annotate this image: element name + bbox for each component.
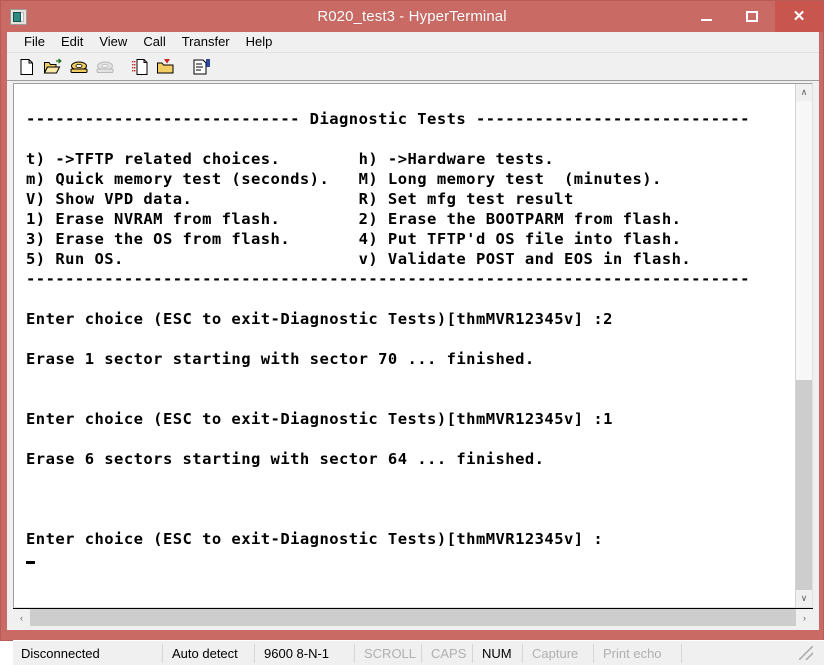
close-button[interactable]: ✕ (775, 1, 823, 32)
title-bar[interactable]: R020_test3 - HyperTerminal ✕ (1, 1, 823, 32)
menu-help[interactable]: Help (238, 33, 281, 51)
hyperterminal-icon (10, 9, 27, 25)
client-area: File Edit View Call Transfer Help ------… (7, 32, 824, 665)
vertical-scroll-track[interactable] (796, 101, 812, 590)
hyperterminal-window: R020_test3 - HyperTerminal ✕ File Edit V… (0, 0, 824, 665)
terminal-cursor (26, 561, 35, 564)
call-button[interactable] (67, 55, 91, 79)
status-caps[interactable]: CAPS (422, 643, 473, 663)
maximize-button[interactable] (729, 1, 775, 32)
scroll-left-icon[interactable]: ‹ (13, 609, 30, 626)
terminal-output[interactable]: ---------------------------- Diagnostic … (14, 84, 795, 607)
terminal-text: ---------------------------- Diagnostic … (26, 89, 750, 569)
resize-grip-icon[interactable] (799, 646, 813, 660)
disconnect-phone-icon (96, 61, 114, 73)
minimize-button[interactable] (683, 1, 729, 32)
send-file-button[interactable] (128, 55, 152, 79)
horizontal-scrollbar[interactable]: ‹ › (13, 608, 813, 626)
new-connection-icon (20, 58, 33, 75)
terminal-pane: ---------------------------- Diagnostic … (13, 83, 813, 608)
horizontal-scroll-track[interactable] (30, 609, 796, 626)
scroll-right-icon[interactable]: › (796, 609, 813, 626)
menu-transfer[interactable]: Transfer (174, 33, 238, 51)
status-detect: Auto detect (163, 643, 255, 663)
horizontal-scroll-thumb[interactable] (30, 609, 796, 626)
receive-file-icon (157, 58, 174, 73)
menu-file[interactable]: File (16, 33, 53, 51)
scroll-up-icon[interactable]: ∧ (796, 84, 812, 101)
scroll-down-icon[interactable]: ∨ (796, 590, 812, 607)
open-folder-button[interactable] (41, 55, 65, 79)
status-print-echo[interactable]: Print echo (594, 643, 682, 663)
status-connection: Disconnected (13, 643, 163, 663)
status-filler (682, 644, 824, 663)
vertical-scrollbar[interactable]: ∧ ∨ (795, 84, 812, 607)
open-folder-icon (43, 58, 62, 73)
send-file-icon (132, 58, 148, 75)
menu-view[interactable]: View (91, 33, 135, 51)
status-scroll[interactable]: SCROLL (355, 643, 422, 663)
properties-icon (193, 58, 210, 74)
properties-button[interactable] (189, 55, 213, 79)
status-line-settings: 9600 8-N-1 (255, 643, 355, 663)
new-connection-button[interactable] (15, 55, 39, 79)
status-num[interactable]: NUM (473, 643, 523, 663)
menu-bar: File Edit View Call Transfer Help (7, 32, 819, 53)
status-capture[interactable]: Capture (523, 643, 594, 663)
toolbar (7, 53, 819, 81)
status-bar: Disconnected Auto detect 9600 8-N-1 SCRO… (13, 640, 824, 665)
call-phone-icon (70, 61, 88, 73)
menu-edit[interactable]: Edit (53, 33, 91, 51)
close-icon: ✕ (792, 8, 806, 25)
receive-file-button[interactable] (154, 55, 178, 79)
disconnect-button[interactable] (93, 55, 117, 79)
menu-call[interactable]: Call (135, 33, 173, 51)
caption-buttons: ✕ (683, 1, 823, 32)
vertical-scroll-thumb[interactable] (796, 379, 812, 590)
